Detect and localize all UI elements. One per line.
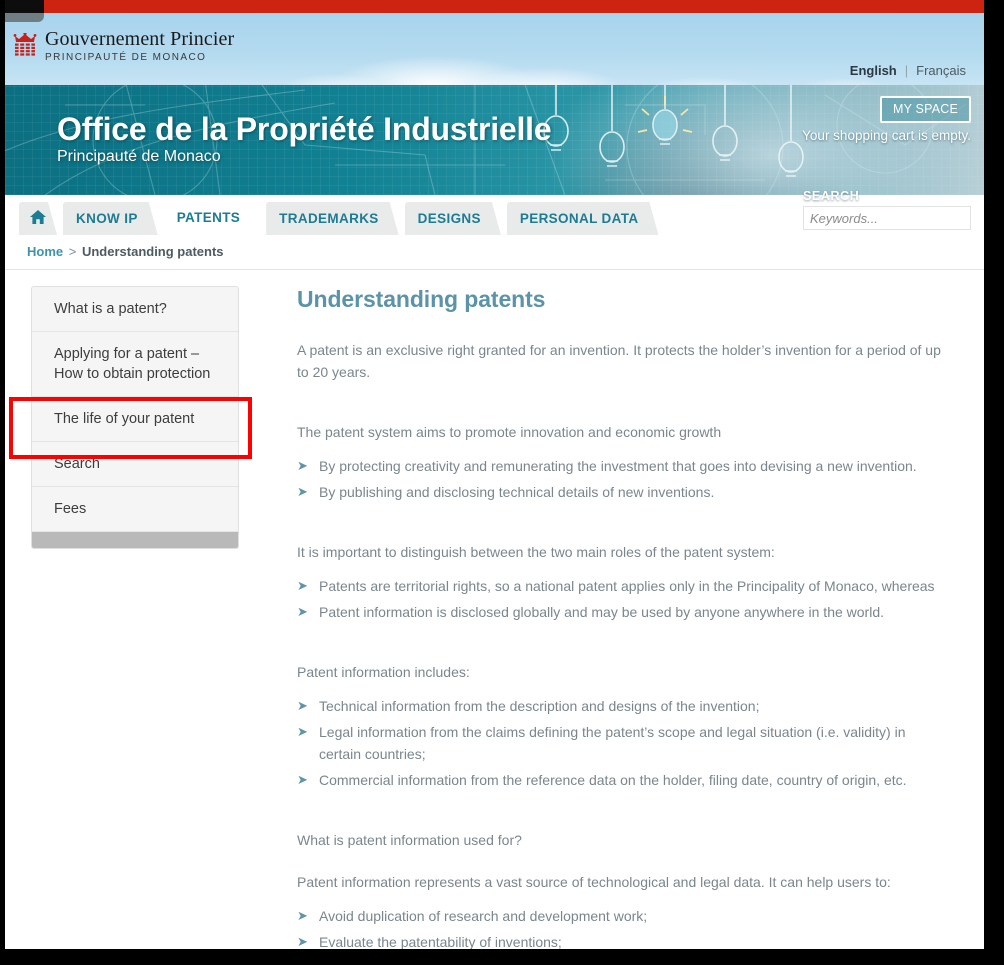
- sidebar-item-fees[interactable]: Fees: [32, 487, 238, 532]
- nav-tab-trademarks[interactable]: TRADEMARKS: [266, 202, 399, 235]
- sidebar-menu: What is a patent? Applying for a patent …: [31, 286, 239, 549]
- nav-tab-designs[interactable]: DESIGNS: [405, 202, 501, 235]
- section-patent-system: The patent system aims to promote innova…: [297, 421, 947, 503]
- sidebar-item-life-of-your-patent[interactable]: The life of your patent: [32, 397, 238, 442]
- list-item-label: Avoid duplication of research and develo…: [319, 908, 648, 924]
- search-input[interactable]: [804, 207, 984, 229]
- section1-bullet-list: ➤ By protecting creativity and remunerat…: [297, 455, 947, 503]
- chevron-right-icon: ➤: [297, 772, 308, 787]
- list-item: ➤ By publishing and disclosing technical…: [297, 481, 947, 503]
- chevron-right-icon: ➤: [297, 578, 308, 593]
- list-item-label: Legal information from the claims defini…: [319, 724, 906, 762]
- page-title: Understanding patents: [297, 286, 546, 312]
- language-switcher: English | Français: [850, 63, 966, 78]
- intro-paragraph: A patent is an exclusive right granted f…: [297, 342, 941, 380]
- section4-question: What is patent information used for?: [297, 832, 522, 848]
- monaco-crown-icon: [13, 29, 37, 66]
- government-title: Gouvernement Princier: [45, 28, 235, 50]
- sidebar-item-applying-for-a-patent[interactable]: Applying for a patent – How to obtain pr…: [32, 332, 238, 397]
- section3-bullet-list: ➤ Technical information from the descrip…: [297, 695, 947, 791]
- list-item: ➤ Legal information from the claims defi…: [297, 721, 947, 765]
- header-corner-tab: [5, 13, 44, 22]
- list-item-label: Commercial information from the referenc…: [319, 772, 907, 788]
- list-item: ➤ Commercial information from the refere…: [297, 769, 947, 791]
- list-item: ➤ Evaluate the patentability of inventio…: [297, 931, 947, 949]
- chevron-right-icon: ➤: [297, 458, 308, 473]
- top-bar-corner-tab: [5, 0, 44, 13]
- language-francais[interactable]: Français: [916, 63, 966, 78]
- section2-bullet-list: ➤ Patents are territorial rights, so a n…: [297, 575, 947, 623]
- section2-lead: It is important to distinguish between t…: [297, 544, 775, 560]
- list-item-label: Patents are territorial rights, so a nat…: [319, 578, 935, 594]
- section4-bullet-list: ➤ Avoid duplication of research and deve…: [297, 905, 947, 949]
- section1-lead: The patent system aims to promote innova…: [297, 424, 722, 440]
- language-english[interactable]: English: [850, 63, 897, 78]
- main-content: Understanding patents A patent is an exc…: [297, 286, 947, 949]
- sidebar-item-what-is-a-patent[interactable]: What is a patent?: [32, 287, 238, 332]
- section-patent-information-includes: Patent information includes: ➤ Technical…: [297, 661, 947, 791]
- list-item: ➤ Patents are territorial rights, so a n…: [297, 575, 947, 597]
- nav-tab-know-ip[interactable]: KNOW IP: [63, 202, 158, 235]
- breadcrumb-band: Home > Understanding patents: [5, 235, 984, 270]
- my-space-button[interactable]: MY SPACE: [879, 96, 971, 123]
- search-label: SEARCH: [803, 189, 860, 203]
- government-logo[interactable]: Gouvernement Princier PRINCIPAUTÉ DE MON…: [13, 29, 234, 66]
- search-area: SEARCH: [803, 189, 984, 230]
- nav-tab-home[interactable]: [19, 202, 57, 235]
- search-box: [803, 206, 984, 230]
- main-navigation: KNOW IP PATENTS TRADEMARKS DESIGNS PERSO…: [19, 199, 664, 235]
- shopping-cart-message: Your shopping cart is empty.: [802, 128, 971, 143]
- sidebar-item-search[interactable]: Search: [32, 442, 238, 487]
- top-red-bar: [5, 0, 984, 13]
- chevron-right-icon: ➤: [297, 934, 308, 949]
- chevron-right-icon: ➤: [297, 698, 308, 713]
- breadcrumb-home[interactable]: Home: [27, 244, 63, 259]
- nav-tab-personal-data[interactable]: PERSONAL DATA: [507, 202, 659, 235]
- hero-banner: Office de la Propriété Industrielle Prin…: [5, 85, 984, 195]
- chevron-right-icon: ➤: [297, 908, 308, 923]
- list-item-label: Patent information is disclosed globally…: [319, 604, 884, 620]
- list-item: ➤ Technical information from the descrip…: [297, 695, 947, 717]
- chevron-right-icon: ➤: [297, 484, 308, 499]
- breadcrumb: Home > Understanding patents: [27, 244, 224, 259]
- breadcrumb-separator: >: [68, 244, 77, 259]
- chevron-right-icon: ➤: [297, 604, 308, 619]
- intro-block: A patent is an exclusive right granted f…: [297, 339, 947, 383]
- government-header-strip: Gouvernement Princier PRINCIPAUTÉ DE MON…: [5, 13, 984, 85]
- section-patent-information-used-for: What is patent information used for? Pat…: [297, 829, 947, 949]
- list-item-label: Technical information from the descripti…: [319, 698, 760, 714]
- sidebar-footer-bar: [32, 532, 238, 548]
- site-subtitle: Principauté de Monaco: [57, 148, 221, 165]
- section-roles: It is important to distinguish between t…: [297, 541, 947, 623]
- government-subtitle: PRINCIPAUTÉ DE MONACO: [45, 52, 207, 63]
- site-title: Office de la Propriété Industrielle: [57, 111, 552, 147]
- page-viewport: Gouvernement Princier PRINCIPAUTÉ DE MON…: [5, 0, 984, 949]
- section3-lead: Patent information includes:: [297, 664, 470, 680]
- list-item: ➤ Avoid duplication of research and deve…: [297, 905, 947, 927]
- hero-title-group: Office de la Propriété Industrielle Prin…: [57, 111, 552, 167]
- list-item: ➤ By protecting creativity and remunerat…: [297, 455, 947, 477]
- list-item: ➤ Patent information is disclosed global…: [297, 601, 947, 623]
- language-separator: |: [904, 63, 909, 78]
- browser-frame: Gouvernement Princier PRINCIPAUTÉ DE MON…: [0, 0, 1004, 965]
- list-item-label: By publishing and disclosing technical d…: [319, 484, 715, 500]
- breadcrumb-current: Understanding patents: [81, 244, 224, 259]
- home-icon: [29, 209, 47, 228]
- section4-lead: Patent information represents a vast sou…: [297, 874, 891, 890]
- list-item-label: By protecting creativity and remuneratin…: [319, 458, 917, 474]
- chevron-right-icon: ➤: [297, 724, 308, 739]
- nav-tab-patents[interactable]: PATENTS: [164, 199, 260, 235]
- list-item-label: Evaluate the patentability of inventions…: [319, 934, 562, 949]
